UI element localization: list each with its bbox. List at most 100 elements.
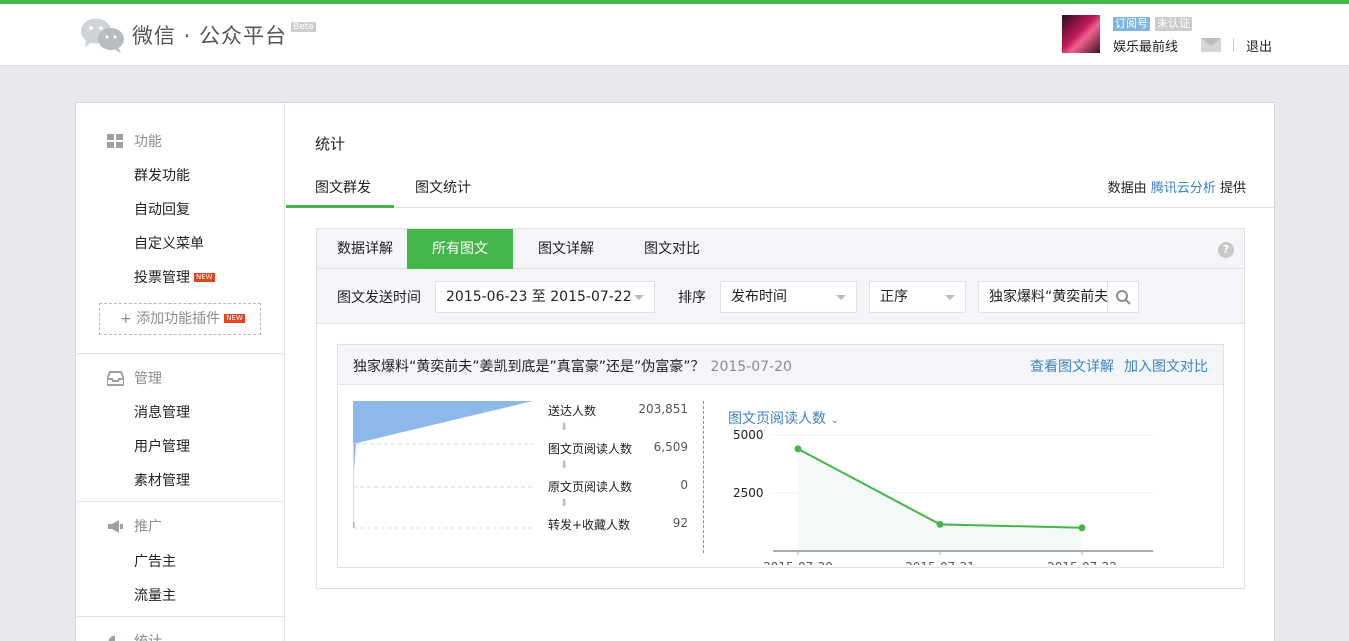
brand-name: 微信 · 公众平台 — [132, 24, 288, 48]
article-title-text: 独家爆料“黄奕前夫”姜凯到底是”真富豪”还是”伪富豪”？ — [353, 359, 705, 375]
arrow-down-icon: ⬇ — [560, 498, 569, 509]
date-range-select[interactable]: 2015-06-23 至 2015-07-22 — [435, 281, 655, 313]
subtab-all-articles[interactable]: 所有图文 — [407, 229, 513, 269]
subtab-article-detail[interactable]: 图文详解 — [538, 229, 594, 269]
sidebar-section-title: 管理 — [134, 371, 162, 387]
data-point — [1078, 524, 1086, 532]
logout-link[interactable]: 退出 — [1246, 36, 1272, 55]
arrow-down-icon: ⬇ — [560, 422, 569, 433]
beta-badge: Beta — [291, 22, 316, 32]
search-input[interactable]: 独家爆料“黄奕前夫 — [989, 282, 1107, 312]
sidebar-item-broadcast[interactable]: 群发功能 — [134, 165, 190, 185]
article-card-header: 独家爆料“黄奕前夫”姜凯到底是”真富豪”还是”伪富豪”？ 2015-07-20 查… — [338, 345, 1223, 385]
funnel-label: 图文页阅读人数 — [548, 442, 633, 456]
x-tick-label: 2015-07-21 — [905, 560, 975, 565]
sort-order-select[interactable]: 正序 — [869, 281, 966, 313]
funnel-band-delivered — [353, 401, 533, 444]
sidebar-item-auto-reply[interactable]: 自动回复 — [134, 199, 190, 219]
send-time-label: 图文发送时间 — [337, 290, 421, 306]
new-badge: NEW — [194, 273, 215, 282]
subtab-article-compare[interactable]: 图文对比 — [644, 229, 700, 269]
add-compare-link[interactable]: 加入图文对比 — [1124, 356, 1208, 376]
subscription-tag: 订阅号 — [1113, 17, 1150, 31]
article-card: 独家爆料“黄奕前夫”姜凯到底是”真富豪”还是”伪富豪”？ 2015-07-20 查… — [337, 344, 1224, 568]
mail-icon[interactable] — [1201, 38, 1221, 52]
article-title: 独家爆料“黄奕前夫”姜凯到底是”真富豪”还是”伪富豪”？ 2015-07-20 — [353, 356, 792, 376]
sidebar-section-title: 推广 — [134, 519, 162, 535]
active-tab-indicator — [286, 205, 394, 208]
sort-by-value: 发布时间 — [731, 289, 787, 305]
data-point — [794, 445, 802, 453]
y-tick-label: 2500 — [733, 486, 764, 500]
pie-icon — [108, 635, 122, 641]
top-header: 微信 · 公众平台 Beta 订阅号 未认证 娱乐最前线 退出 — [0, 4, 1349, 66]
stats-box: 数据详解 所有图文 图文详解 图文对比 ? 图文发送时间 2015-06-23 … — [316, 228, 1245, 589]
sidebar-item-publisher[interactable]: 流量主 — [134, 585, 176, 605]
sidebar-divider — [76, 353, 284, 354]
page-title: 统计 — [315, 135, 346, 153]
view-detail-link[interactable]: 查看图文详解 — [1030, 356, 1114, 376]
chevron-down-icon — [945, 295, 955, 300]
funnel-label: 送达人数 — [548, 404, 597, 418]
tab-broadcast[interactable]: 图文群发 — [315, 177, 371, 197]
filter-bar: 图文发送时间 2015-06-23 至 2015-07-22 排序 发布时间 正… — [317, 269, 1244, 324]
tab-article-stats[interactable]: 图文统计 — [415, 177, 471, 197]
funnel-value: 0 — [680, 478, 688, 492]
add-plugin-button[interactable]: + 添加功能插件 NEW — [99, 303, 261, 335]
chevron-down-icon — [836, 295, 846, 300]
funnel-label: 原文页阅读人数 — [548, 480, 633, 494]
sort-by-select[interactable]: 发布时间 — [720, 281, 857, 313]
sidebar-section-manage: 管理 — [107, 368, 162, 388]
sidebar-section-function: 功能 — [107, 131, 162, 151]
provider-suffix: 提供 — [1219, 181, 1246, 196]
sidebar-item-advertiser[interactable]: 广告主 — [134, 551, 176, 571]
wechat-logo[interactable]: 微信 · 公众平台 Beta — [80, 16, 316, 54]
sort-label: 排序 — [678, 290, 706, 306]
sidebar-item-custom-menu[interactable]: 自定义菜单 — [134, 233, 204, 253]
sidebar-section-stats: 统计 — [107, 631, 162, 641]
header-separator — [1233, 38, 1234, 52]
sidebar-section-title: 功能 — [134, 134, 162, 150]
sidebar-item-vote[interactable]: 投票管理 NEW — [134, 267, 215, 287]
sidebar-section-title: 统计 — [134, 631, 162, 641]
help-icon[interactable]: ? — [1218, 242, 1234, 258]
chevron-down-icon — [634, 295, 644, 300]
card-divider — [703, 401, 704, 553]
x-tick-label: 2015-07-22 — [1047, 560, 1117, 565]
search-button[interactable] — [1107, 282, 1138, 312]
plus-icon: + — [120, 311, 137, 327]
avatar[interactable] — [1062, 15, 1100, 53]
megaphone-icon — [108, 519, 123, 533]
data-point — [936, 520, 944, 528]
subtab-data-detail[interactable]: 数据详解 — [337, 229, 393, 269]
date-range-value: 2015-06-23 至 2015-07-22 — [446, 289, 632, 305]
search-icon — [1116, 290, 1131, 305]
wechat-bubbles-icon — [81, 18, 124, 53]
area-fill — [798, 448, 1082, 551]
funnel-band-share — [353, 522, 355, 528]
y-tick-label: 5000 — [733, 428, 764, 442]
sidebar-item-messages[interactable]: 消息管理 — [134, 402, 190, 422]
funnel-graphic — [353, 401, 533, 529]
data-provider: 数据由 腾讯云分析 提供 — [1108, 177, 1246, 196]
content-area: 统计 图文群发 图文统计 数据由 腾讯云分析 提供 数据详解 所有图文 图文详解… — [286, 103, 1276, 641]
account-name[interactable]: 娱乐最前线 — [1113, 36, 1178, 55]
provider-link[interactable]: 腾讯云分析 — [1151, 181, 1216, 196]
main-tabs: 图文群发 图文统计 数据由 腾讯云分析 提供 — [286, 167, 1276, 208]
unverified-tag: 未认证 — [1155, 17, 1192, 31]
sidebar-item-users[interactable]: 用户管理 — [134, 436, 190, 456]
sidebar-section-promote: 推广 — [107, 516, 162, 536]
search-box: 独家爆料“黄奕前夫 — [978, 281, 1139, 313]
read-count-line-chart: 5000 2500 2015-07-20 2015-07-21 2015-07-22 — [733, 428, 1153, 565]
main-panel: 功能 群发功能 自动回复 自定义菜单 投票管理 NEW + 添加功能插件 NEW 管… — [75, 102, 1276, 641]
sidebar-item-label: 投票管理 — [134, 270, 190, 286]
arrow-down-icon: ⬇ — [560, 460, 569, 471]
funnel-value: 203,851 — [638, 402, 688, 416]
provider-prefix: 数据由 — [1107, 181, 1147, 196]
article-date: 2015-07-20 — [710, 359, 792, 375]
x-tick-label: 2015-07-20 — [763, 560, 833, 565]
sidebar-item-materials[interactable]: 素材管理 — [134, 470, 190, 490]
sidebar-divider — [76, 616, 284, 617]
sub-tabs: 数据详解 所有图文 图文详解 图文对比 ? — [317, 229, 1244, 269]
inbox-icon — [107, 370, 124, 386]
